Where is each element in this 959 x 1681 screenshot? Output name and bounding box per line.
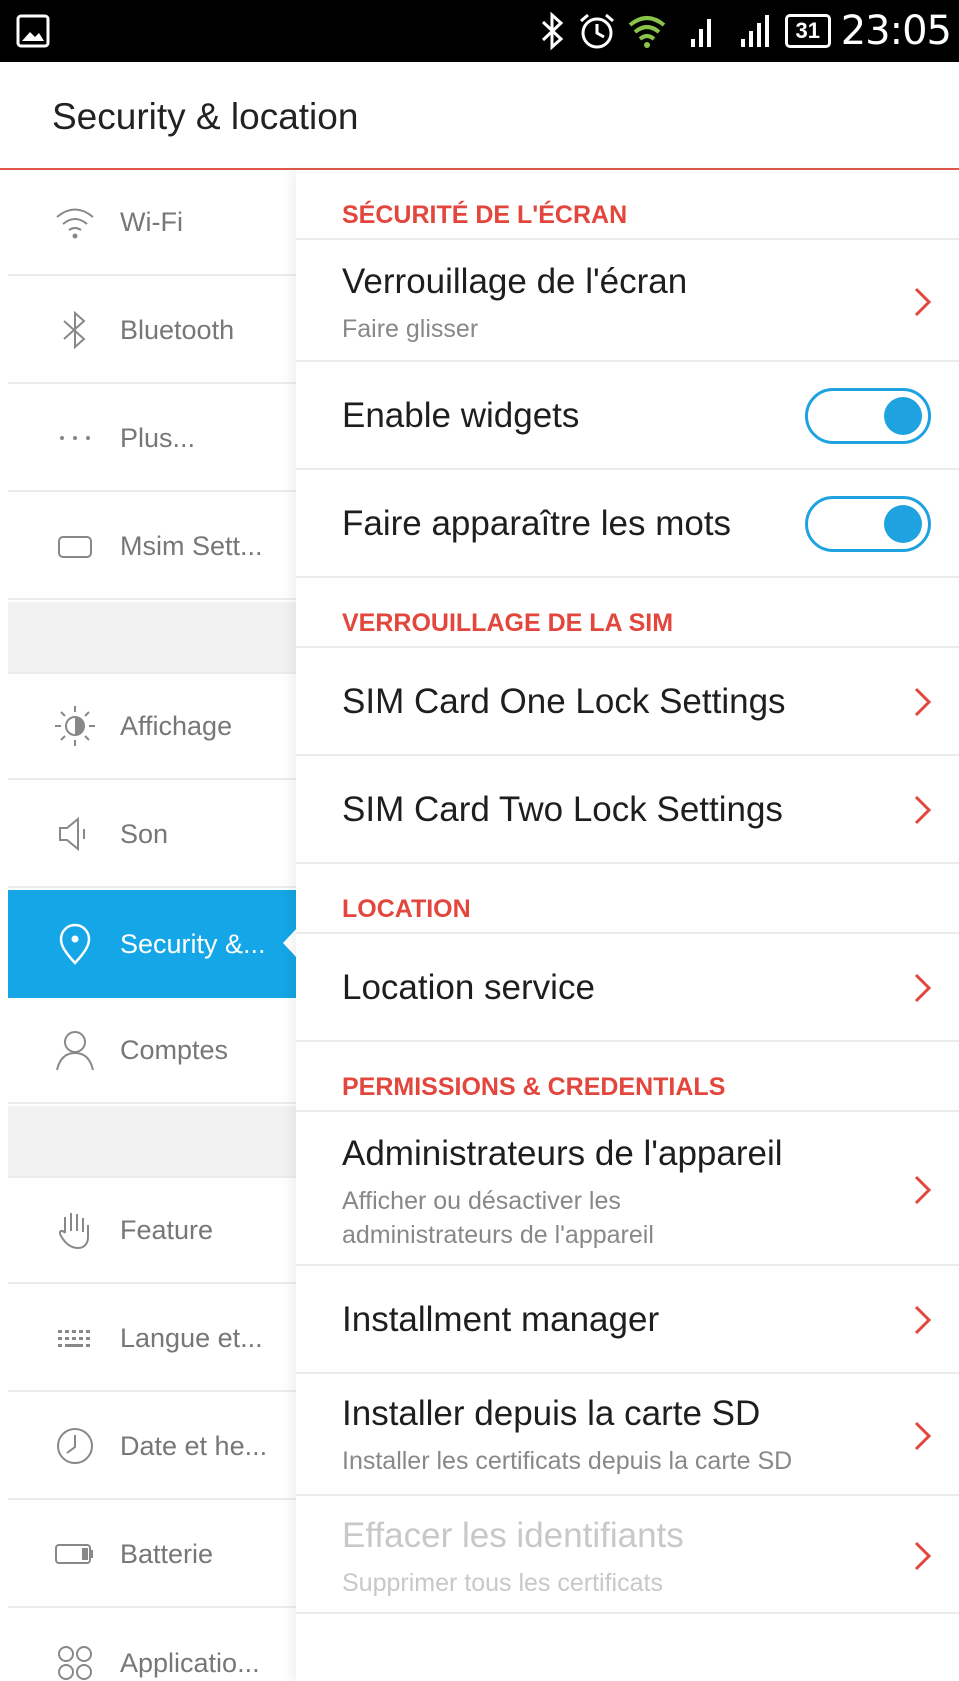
clock-icon — [57, 1428, 93, 1464]
sim-two-lock-row[interactable]: SIM Card Two Lock Settings — [296, 756, 959, 864]
chevron-right-icon — [914, 1175, 932, 1205]
sidebar-item-sound[interactable]: Son — [8, 782, 296, 888]
sidebar-item-label: Son — [120, 818, 169, 849]
settings-sidebar: Wi-Fi Bluetooth Plus... Msim Sett... Aff… — [8, 170, 297, 1681]
screen-lock-row[interactable]: Verrouillage de l'écran Faire glisser — [296, 240, 959, 362]
row-title: SIM Card Two Lock Settings — [342, 790, 783, 829]
gallery-icon — [16, 14, 50, 48]
row-subtitle: Supprimer tous les certificats — [342, 1569, 663, 1597]
row-title: Verrouillage de l'écran — [342, 262, 688, 301]
enable-widgets-row[interactable]: Enable widgets — [296, 362, 959, 470]
sidebar-item-label: Affichage — [120, 710, 233, 741]
signal-icon — [740, 15, 769, 47]
location-service-row[interactable]: Location service — [296, 934, 959, 1042]
sidebar-item-label: Applicatio... — [120, 1647, 260, 1678]
apps-icon — [58, 1646, 92, 1680]
toggle-knob — [884, 397, 922, 435]
signal-icon — [690, 19, 711, 47]
page-title: Security & location — [52, 96, 359, 137]
sidebar-divider — [8, 1106, 296, 1178]
sidebar-item-apps[interactable]: Applicatio... — [8, 1610, 296, 1681]
row-title: Location service — [342, 968, 595, 1007]
location-pin-icon — [59, 923, 91, 965]
sidebar-item-label: Feature — [120, 1214, 214, 1245]
chevron-right-icon — [914, 1421, 932, 1451]
settings-detail-panel: SÉCURITÉ DE L'ÉCRAN Verrouillage de l'éc… — [296, 170, 959, 1681]
bluetooth-icon — [63, 310, 86, 350]
row-title: Installment manager — [342, 1300, 660, 1339]
installment-manager-row[interactable]: Installment manager — [296, 1266, 959, 1374]
sidebar-item-language[interactable]: Langue et... — [8, 1286, 296, 1392]
sidebar-item-accounts[interactable]: Comptes — [8, 998, 296, 1104]
sidebar-item-bluetooth[interactable]: Bluetooth — [8, 278, 296, 384]
sidebar-item-label: Security &... — [120, 928, 266, 959]
show-words-row[interactable]: Faire apparaître les mots — [296, 470, 959, 578]
show-words-toggle[interactable] — [805, 496, 931, 552]
chevron-right-icon — [914, 1305, 932, 1335]
section-header-sim-lock: VERROUILLAGE DE LA SIM — [296, 578, 959, 648]
sidebar-item-label: Date et he... — [120, 1430, 268, 1461]
bluetooth-icon — [541, 11, 563, 51]
speaker-icon — [59, 816, 85, 852]
alarm-icon — [579, 13, 614, 49]
row-subtitle: Installer les certificats depuis la cart… — [342, 1447, 793, 1475]
person-icon — [56, 1031, 94, 1071]
row-title: Faire apparaître les mots — [342, 504, 732, 543]
sidebar-item-more[interactable]: Plus... — [8, 386, 296, 492]
hand-icon — [58, 1213, 89, 1250]
clock-time: 23:05 — [840, 8, 952, 54]
sidebar-item-security[interactable]: Security &... — [8, 890, 297, 998]
keyboard-icon — [58, 1330, 90, 1347]
sidebar-item-label: Batterie — [120, 1538, 214, 1569]
sidebar-item-battery[interactable]: Batterie — [8, 1502, 296, 1608]
chevron-right-icon — [914, 1541, 932, 1571]
row-subtitle: Faire glisser — [342, 315, 479, 343]
brightness-icon — [55, 706, 95, 746]
device-admins-row[interactable]: Administrateurs de l'appareil Afficher o… — [296, 1112, 959, 1266]
row-title: SIM Card One Lock Settings — [342, 682, 786, 721]
row-title: Enable widgets — [342, 396, 580, 435]
toggle-knob — [884, 505, 922, 543]
calendar-icon: 31 — [784, 14, 831, 48]
status-bar: 31 23:05 — [0, 0, 959, 62]
sidebar-item-label: Comptes — [120, 1034, 229, 1065]
section-header-location: LOCATION — [296, 864, 959, 934]
section-header-screen-security: SÉCURITÉ DE L'ÉCRAN — [296, 170, 959, 240]
sidebar-item-label: Langue et... — [120, 1322, 263, 1353]
row-title: Installer depuis la carte SD — [342, 1394, 761, 1433]
status-icons: 31 23:05 — [539, 0, 952, 62]
more-icon — [60, 436, 90, 440]
sidebar-item-msim[interactable]: Msim Sett... — [8, 494, 296, 600]
battery-icon — [55, 1544, 93, 1564]
row-subtitle: administrateurs de l'appareil — [342, 1221, 654, 1249]
sim-icon — [58, 536, 92, 558]
row-title: Effacer les identifiants — [342, 1516, 684, 1555]
wifi-icon — [56, 208, 94, 239]
chevron-right-icon — [914, 287, 932, 317]
row-subtitle: Afficher ou désactiver les — [342, 1187, 621, 1215]
sidebar-item-wifi[interactable]: Wi-Fi — [8, 170, 296, 276]
sidebar-item-date-time[interactable]: Date et he... — [8, 1394, 296, 1500]
sidebar-divider — [8, 602, 296, 674]
sidebar-item-label: Bluetooth — [120, 314, 235, 345]
enable-widgets-toggle[interactable] — [805, 388, 931, 444]
sidebar-item-feature[interactable]: Feature — [8, 1178, 296, 1284]
wifi-icon — [628, 16, 665, 48]
chevron-right-icon — [914, 973, 932, 1003]
sidebar-item-display[interactable]: Affichage — [8, 674, 296, 780]
sidebar-item-label: Msim Sett... — [120, 530, 263, 561]
chevron-right-icon — [914, 687, 932, 717]
clear-credentials-row[interactable]: Effacer les identifiants Supprimer tous … — [296, 1496, 959, 1614]
install-from-sd-row[interactable]: Installer depuis la carte SD Installer l… — [296, 1374, 959, 1496]
active-indicator — [283, 928, 297, 958]
row-title: Administrateurs de l'appareil — [342, 1134, 783, 1173]
sim-one-lock-row[interactable]: SIM Card One Lock Settings — [296, 648, 959, 756]
app-bar: Security & location — [0, 62, 959, 170]
section-header-permissions: PERMISSIONS & CREDENTIALS — [296, 1042, 959, 1112]
chevron-right-icon — [914, 795, 932, 825]
calendar-day: 31 — [795, 18, 820, 43]
sidebar-item-label: Plus... — [120, 422, 196, 453]
sidebar-item-label: Wi-Fi — [120, 206, 183, 237]
